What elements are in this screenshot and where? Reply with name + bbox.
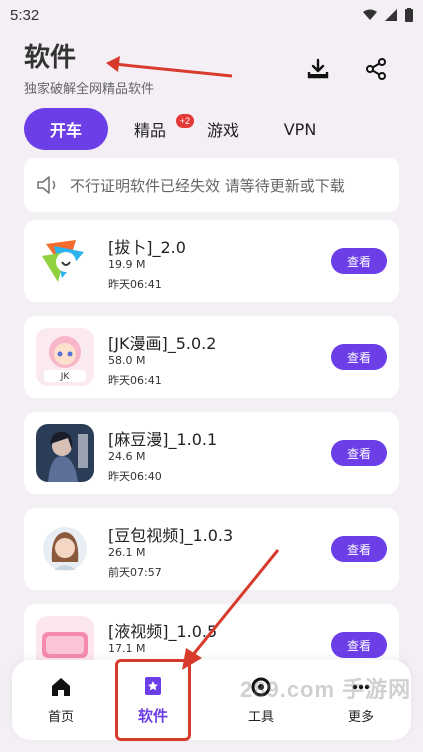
app-icon: JK (36, 328, 94, 386)
notice-text: 不行证明软件已经失效 请等待更新或下载 (70, 176, 345, 195)
app-time: 前天07:57 (108, 566, 162, 579)
category-tabs: 开车 精品 +2 游戏 VPN (24, 108, 394, 150)
tab-vpn[interactable]: VPN (254, 108, 346, 150)
tab-label: 游戏 (206, 121, 239, 140)
annotation-highlight-box (115, 659, 191, 741)
app-time: 昨天06:41 (108, 374, 162, 387)
app-icon (36, 232, 94, 290)
speaker-icon (37, 176, 56, 194)
nav-label: 工具 (247, 709, 274, 725)
app-name: [豆包视频]_1.0.3 (108, 526, 234, 545)
home-icon (52, 677, 70, 696)
app-name: [拔卜]_2.0 (108, 238, 186, 257)
status-icons (363, 8, 413, 22)
view-button[interactable]: 查看 (331, 536, 387, 562)
signal-icon (385, 9, 397, 21)
app-icon (36, 424, 94, 482)
watermark: 289.com 手游网 (240, 677, 412, 702)
battery-icon (405, 8, 413, 22)
view-button[interactable]: 查看 (331, 632, 387, 658)
app-list-item[interactable]: [拔卜]_2.0 19.9 M 昨天06:41 查看 (24, 220, 399, 302)
status-bar: 5:32 (0, 0, 423, 30)
app-size: 24.6 M (108, 450, 146, 463)
tab-youxi[interactable]: 游戏 (192, 108, 254, 150)
app-time: 昨天06:41 (108, 278, 162, 291)
app-name: [JK漫画]_5.0.2 (108, 334, 217, 353)
download-button[interactable] (305, 56, 331, 82)
share-icon (366, 58, 386, 80)
tab-label: VPN (283, 119, 317, 139)
wifi-icon (363, 9, 377, 20)
tab-jingpin[interactable]: 精品 +2 (108, 108, 194, 150)
app-size: 26.1 M (108, 546, 146, 559)
app-name: [麻豆漫]_1.0.1 (108, 430, 218, 449)
app-size: 17.1 M (108, 642, 146, 655)
app-list-item[interactable]: [麻豆漫]_1.0.1 24.6 M 昨天06:40 查看 (24, 412, 399, 494)
header-actions (305, 56, 389, 82)
svg-text:JK: JK (60, 372, 71, 382)
app-list-item[interactable]: JK [JK漫画]_5.0.2 58.0 M 昨天06:41 查看 (24, 316, 399, 398)
tab-kaiche[interactable]: 开车 (24, 108, 108, 150)
nav-label: 首页 (47, 709, 74, 725)
page-header: 软件 独家破解全网精品软件 (24, 42, 399, 98)
app-size: 19.9 M (108, 258, 146, 271)
view-button[interactable]: 查看 (331, 440, 387, 466)
share-button[interactable] (363, 56, 389, 82)
app-icon (36, 520, 94, 578)
nav-item-home[interactable]: 首页 (16, 660, 106, 740)
status-time: 5:32 (10, 6, 40, 24)
app-time: 昨天06:40 (108, 470, 162, 483)
app-name: [液视频]_1.0.5 (108, 622, 218, 641)
nav-label: 更多 (347, 709, 374, 725)
notice-bar: 不行证明软件已经失效 请等待更新或下载 (24, 158, 399, 212)
view-button[interactable]: 查看 (331, 248, 387, 274)
app-list-item[interactable]: [豆包视频]_1.0.3 26.1 M 前天07:57 查看 (24, 508, 399, 590)
tab-label: 开车 (49, 121, 82, 140)
tab-label: 精品 (133, 121, 166, 140)
download-icon (307, 58, 329, 79)
view-button[interactable]: 查看 (331, 344, 387, 370)
app-size: 58.0 M (108, 354, 146, 367)
